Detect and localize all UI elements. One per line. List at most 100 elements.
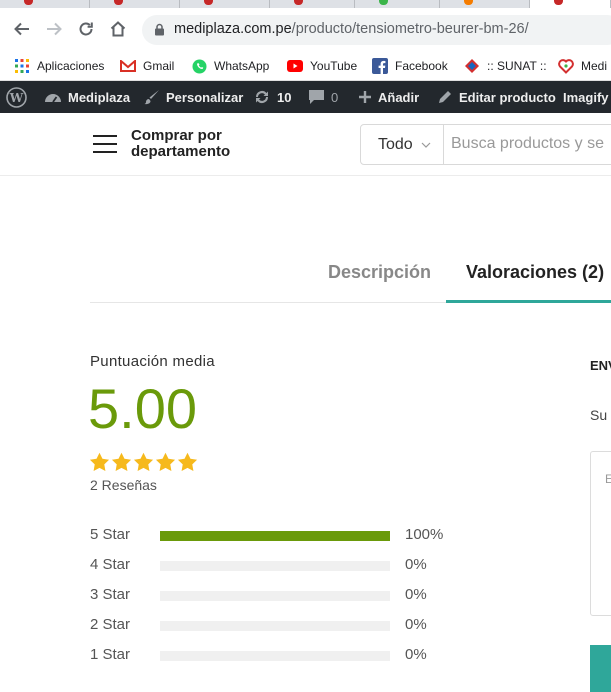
review-textarea-hint: E [605, 472, 611, 486]
average-rating-score: 5.00 [88, 377, 197, 440]
wp-imagify-label: Imagify [563, 89, 609, 105]
browser-tab[interactable] [440, 0, 530, 8]
tab-favicon-icon [114, 0, 123, 5]
browser-tab[interactable] [90, 0, 180, 8]
rating-row-1: 1 Star 0% [90, 646, 460, 666]
browser-tab[interactable] [180, 0, 270, 8]
reload-icon [79, 22, 93, 36]
wp-add-new-label: Añadir [378, 89, 420, 105]
star-icon [177, 452, 198, 472]
bookmark-sunat[interactable]: :: SUNAT :: [464, 56, 547, 76]
tab-favicon-icon [24, 0, 33, 5]
pencil-icon [437, 89, 453, 105]
plus-icon [358, 90, 372, 104]
departments-label-line1: Comprar por [131, 127, 222, 144]
bookmark-label: Medi [581, 59, 608, 73]
wp-edit-product-label: Editar producto [459, 89, 556, 105]
search-category-select[interactable]: Todo [361, 125, 444, 164]
browser-toolbar: mediplaza.com.pe/producto/tensiometro-be… [0, 8, 611, 50]
tab-favicon-icon [294, 0, 303, 5]
tab-reviews[interactable]: Valoraciones (2) [466, 262, 604, 283]
browser-tab[interactable] [270, 0, 355, 8]
svg-text:W: W [9, 91, 24, 105]
url-text: mediplaza.com.pe/producto/tensiometro-be… [174, 21, 529, 37]
bookmarks-bar: Aplicaciones Gmail WhatsApp YouTube Face… [0, 50, 611, 81]
search-input[interactable] [451, 133, 611, 155]
average-rating-label: Puntuación media [90, 353, 215, 370]
rating-row-label: 5 Star [90, 526, 131, 543]
wp-imagify-link[interactable]: Imagify [563, 81, 609, 113]
reviews-count: 2 Reseñas [90, 477, 157, 493]
comment-bubble-icon [308, 89, 325, 105]
forward-arrow-icon [47, 22, 62, 36]
url-path: /producto/tensiometro-beurer-bm-26/ [291, 21, 529, 37]
hamburger-menu-icon[interactable] [93, 135, 117, 153]
wp-logo-button[interactable]: W [6, 81, 33, 113]
gmail-icon [120, 58, 136, 74]
tab-favicon-icon [554, 0, 563, 5]
star-icon [111, 452, 132, 472]
rating-row-3: 3 Star 0% [90, 586, 460, 606]
wp-comments-link[interactable]: 0 [308, 81, 338, 113]
rating-bar [160, 531, 390, 541]
address-bar[interactable]: mediplaza.com.pe/producto/tensiometro-be… [142, 15, 611, 45]
departments-menu-button[interactable]: Comprar por departamento [131, 128, 230, 160]
back-button[interactable] [11, 18, 33, 40]
rating-bar-fill [160, 531, 390, 541]
rating-bar [160, 561, 390, 571]
wordpress-logo-icon: W [6, 86, 27, 108]
browser-tab[interactable] [355, 0, 440, 8]
back-arrow-icon [14, 22, 29, 36]
browser-tab[interactable] [0, 0, 90, 8]
rating-row-percent: 0% [405, 616, 427, 633]
tab-favicon-icon [379, 0, 388, 5]
rating-row-percent: 100% [405, 526, 444, 543]
rating-row-label: 1 Star [90, 646, 131, 663]
bookmark-label: :: SUNAT :: [487, 59, 547, 73]
wp-add-new-link[interactable]: Añadir [358, 81, 419, 113]
wp-customize-label: Personalizar [166, 89, 244, 105]
rating-row-percent: 0% [405, 646, 427, 663]
bookmark-label: Aplicaciones [37, 59, 105, 73]
wp-customize-link[interactable]: Personalizar [144, 81, 243, 113]
review-form-subtitle: Su [590, 407, 608, 423]
wp-edit-product-link[interactable]: Editar producto [437, 81, 556, 113]
bookmark-aplicaciones[interactable]: Aplicaciones [14, 56, 104, 76]
rating-row-percent: 0% [405, 556, 427, 573]
wp-updates-link[interactable]: 10 [253, 81, 291, 113]
home-icon [110, 21, 126, 37]
home-button[interactable] [107, 18, 129, 40]
updates-sync-icon [253, 88, 271, 106]
submit-review-button[interactable] [590, 645, 611, 692]
chevron-down-icon [421, 142, 431, 148]
browser-tab-active[interactable] [530, 0, 611, 8]
wp-comments-count: 0 [331, 89, 339, 105]
bookmark-mediplaza[interactable]: Medi [558, 56, 607, 76]
bookmark-youtube[interactable]: YouTube [287, 56, 357, 76]
url-domain: mediplaza.com.pe [174, 21, 292, 37]
bookmark-label: Facebook [395, 59, 448, 73]
lock-icon [155, 23, 164, 36]
bookmark-label: Gmail [143, 59, 175, 73]
whatsapp-icon [191, 58, 207, 74]
rating-row-label: 2 Star [90, 616, 131, 633]
paintbrush-icon [144, 89, 160, 105]
wp-site-name-label: Mediplaza [68, 89, 131, 105]
sunat-icon [464, 58, 480, 74]
wp-updates-count: 10 [277, 89, 292, 105]
forward-button[interactable] [43, 18, 65, 40]
bookmark-facebook[interactable]: Facebook [372, 56, 448, 76]
facebook-icon [372, 58, 388, 74]
star-icon [89, 452, 110, 472]
bookmark-whatsapp[interactable]: WhatsApp [191, 56, 269, 76]
rating-bar [160, 651, 390, 661]
rating-row-label: 3 Star [90, 586, 131, 603]
tab-description[interactable]: Descripción [328, 262, 431, 283]
bookmark-gmail[interactable]: Gmail [120, 56, 174, 76]
bookmark-label: WhatsApp [214, 59, 270, 73]
tab-favicon-icon [464, 0, 473, 5]
rating-row-label: 4 Star [90, 556, 131, 573]
wp-site-name-link[interactable]: Mediplaza [44, 81, 130, 113]
reload-button[interactable] [75, 18, 97, 40]
review-textarea[interactable]: E [590, 451, 611, 616]
